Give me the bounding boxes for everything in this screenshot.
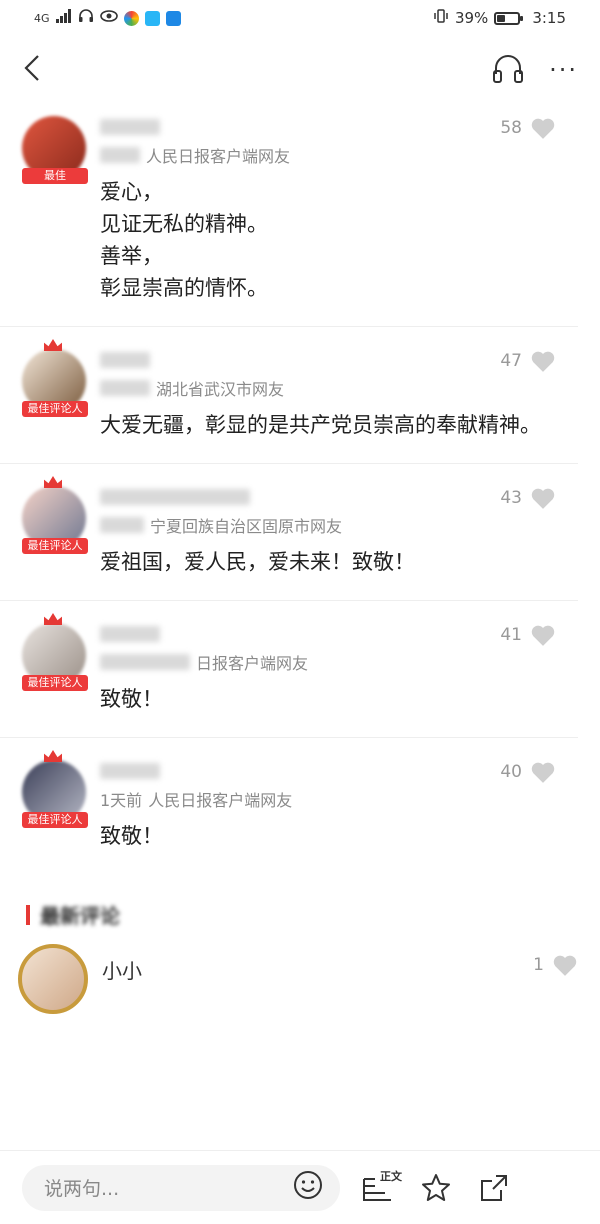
redacted-time: [100, 380, 150, 396]
comment-item: 最佳评论人 日报客户端网友 致敬！ 41: [0, 601, 578, 738]
avatar-wrap: 最佳评论人: [0, 476, 100, 578]
hot-comments-list: 最佳 人民日报客户端网友 爱心， 见证无私的精神。 善举， 彰显崇高的情怀。 5…: [0, 104, 600, 874]
username[interactable]: 小小: [102, 955, 142, 984]
like-button[interactable]: 43: [500, 486, 556, 510]
like-count: 40: [500, 762, 522, 782]
article-button[interactable]: 正文: [358, 1168, 402, 1208]
like-count: 43: [500, 488, 522, 508]
like-count: 58: [500, 118, 522, 138]
crown-icon: [44, 750, 62, 762]
status-bar: 4G 39% 3:15: [0, 0, 600, 36]
like-count: 1: [533, 955, 544, 975]
redacted-username: [100, 626, 160, 642]
comment-text: 大爱无疆，彰显的是共产党员崇高的奉献精神。: [100, 413, 541, 437]
comment-location: 人民日报客户端网友: [148, 791, 293, 810]
comment-item: 最佳评论人 1天前 人民日报客户端网友 致敬！ 40: [0, 738, 578, 874]
comment-meta: 1天前 人民日报客户端网友: [100, 788, 570, 810]
section-marker: [26, 904, 30, 925]
like-button[interactable]: 47: [500, 349, 556, 373]
emoji-icon[interactable]: [292, 1169, 324, 1206]
comment-location: 人民日报客户端网友: [146, 147, 291, 166]
star-icon[interactable]: [416, 1168, 456, 1208]
heart-icon: [531, 488, 555, 509]
like-button[interactable]: 58: [500, 116, 556, 140]
battery-icon: [494, 11, 524, 25]
headphones-icon[interactable]: [491, 52, 525, 88]
avatar-wrap: 最佳评论人: [0, 750, 100, 852]
comment-time: 1天前: [100, 791, 143, 810]
vibrate-icon: [433, 8, 449, 28]
more-dots-icon[interactable]: ···: [549, 58, 578, 82]
signal-icon: [55, 9, 72, 27]
heart-icon: [553, 955, 577, 976]
comment-location: 日报客户端网友: [196, 654, 309, 673]
crown-icon: [44, 613, 62, 625]
comment-input[interactable]: 说两句...: [22, 1164, 340, 1211]
comment-meta: 湖北省武汉市网友: [100, 377, 570, 399]
avatar-wrap: 最佳: [0, 116, 100, 304]
eye-icon: [99, 9, 118, 27]
heart-icon: [531, 118, 555, 139]
comment-item: 最佳评论人 湖北省武汉市网友 大爱无疆，彰显的是共产党员崇高的奉献精神。 47: [0, 327, 578, 464]
redacted-time: [100, 517, 144, 533]
status-left: 4G: [34, 8, 181, 28]
avatar[interactable]: [18, 944, 88, 1014]
latest-comment-item: 小小 1: [0, 939, 600, 1014]
avatar-wrap: 最佳评论人: [0, 613, 100, 715]
comment-item: 最佳 人民日报客户端网友 爱心， 见证无私的精神。 善举， 彰显崇高的情怀。 5…: [0, 104, 578, 327]
article-label: 正文: [380, 1169, 402, 1183]
best-commenter-badge: 最佳评论人: [22, 401, 88, 417]
avatar-wrap: 最佳评论人: [0, 339, 100, 441]
comment-text: 致敬！: [100, 687, 163, 711]
cloud-notification-icon: [144, 10, 160, 26]
heart-icon: [531, 625, 555, 646]
comment-input-placeholder: 说两句...: [44, 1178, 120, 1200]
redacted-username: [100, 352, 150, 368]
like-button[interactable]: 40: [500, 760, 556, 784]
clock: 3:15: [532, 9, 566, 27]
comment-item: 最佳评论人 宁夏回族自治区固原市网友 爱祖国，爱人民，爱未来！致敬！ 43: [0, 464, 578, 601]
battery-fill: [497, 14, 506, 22]
share-icon[interactable]: [474, 1168, 514, 1208]
like-button[interactable]: 41: [500, 623, 556, 647]
best-commenter-badge: 最佳: [22, 168, 88, 184]
like-count: 41: [500, 625, 522, 645]
best-commenter-badge: 最佳评论人: [22, 812, 88, 828]
best-commenter-badge: 最佳评论人: [22, 538, 88, 554]
comment-meta: 日报客户端网友: [100, 651, 570, 673]
crown-icon: [44, 476, 62, 488]
bottom-bar: 说两句... 正文: [0, 1150, 600, 1224]
redacted-username: [100, 763, 160, 779]
comment-meta: 人民日报客户端网友: [100, 144, 570, 166]
comment-text: 爱心， 见证无私的精神。 善举， 彰显崇高的情怀。: [100, 180, 268, 300]
heart-icon: [531, 351, 555, 372]
like-button[interactable]: 1: [533, 953, 578, 977]
headset-status-icon: [78, 8, 94, 28]
search-notification-icon: [165, 10, 181, 26]
like-count: 47: [500, 351, 522, 371]
redacted-username: [100, 119, 160, 135]
nav-actions: ···: [491, 52, 578, 88]
app-notification-icon: [123, 10, 139, 26]
comment-text: 爱祖国，爱人民，爱未来！致敬！: [100, 550, 415, 574]
chevron-left-icon[interactable]: [22, 53, 42, 87]
comment-text: 致敬！: [100, 824, 163, 848]
comment-location: 湖北省武汉市网友: [156, 380, 285, 399]
best-commenter-badge: 最佳评论人: [22, 675, 88, 691]
heart-icon: [531, 762, 555, 783]
comment-location: 宁夏回族自治区固原市网友: [150, 517, 343, 536]
comment-meta: 宁夏回族自治区固原市网友: [100, 514, 570, 536]
battery-percent: 39%: [454, 9, 489, 27]
status-right: 39% 3:15: [433, 8, 566, 28]
crown-icon: [44, 339, 62, 351]
redacted-time: [100, 147, 140, 163]
nav-bar: ···: [0, 36, 600, 104]
section-title: 最新评论: [40, 904, 120, 928]
network-indicator: 4G: [34, 11, 50, 25]
redacted-username: [100, 489, 250, 505]
comment-body: 人民日报客户端网友 爱心， 见证无私的精神。 善举， 彰显崇高的情怀。: [100, 116, 578, 304]
redacted-time: [100, 654, 190, 670]
section-header: 最新评论: [0, 874, 600, 939]
